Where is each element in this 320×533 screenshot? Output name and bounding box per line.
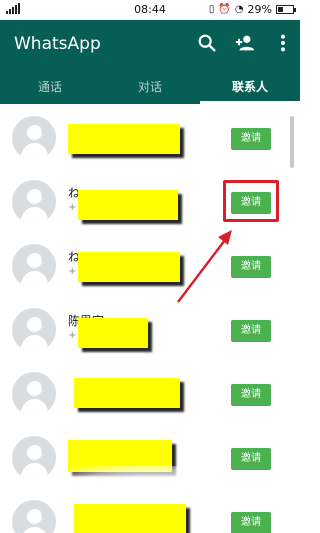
redaction-mark: [78, 318, 148, 348]
status-right: ▯ ⏰ ◔ 29%: [208, 3, 296, 16]
invite-button[interactable]: 邀请: [231, 512, 271, 533]
tab-bar: 通话 对话 联系人: [0, 70, 300, 104]
invite-button[interactable]: 邀请: [231, 320, 271, 342]
avatar: [12, 436, 56, 480]
alarm-icon: ⏰: [218, 4, 231, 15]
wifi-icon: ◔: [234, 4, 244, 15]
tab-contacts[interactable]: 联系人: [200, 70, 300, 104]
contact-phone: +: [68, 202, 77, 213]
contact-row[interactable]: 邀请: [0, 106, 300, 170]
app-header: WhatsApp 通话 对话 联系人: [0, 20, 300, 104]
invite-button[interactable]: 邀请: [231, 448, 271, 470]
contact-row[interactable]: ね + 邀请: [0, 170, 300, 234]
more-vert-icon[interactable]: [272, 32, 294, 54]
contact-row[interactable]: ね + 邀请: [0, 234, 300, 298]
contacts-list[interactable]: 邀请 ね + 邀请 ね + 邀请 陈思宇 + 邀请 邀请 邀请: [0, 104, 300, 533]
battery-percent: 29%: [247, 3, 272, 16]
avatar: [12, 308, 56, 352]
avatar: [12, 116, 56, 160]
contact-row[interactable]: 陈思宇 + 邀请: [0, 298, 300, 362]
battery-icon: [276, 5, 296, 14]
add-user-icon[interactable]: [234, 32, 256, 54]
tab-chats[interactable]: 对话: [100, 70, 200, 104]
status-bar: 08:44 ▯ ⏰ ◔ 29%: [0, 0, 300, 20]
invite-button[interactable]: 邀请: [231, 256, 271, 278]
redaction-mark: [78, 252, 180, 282]
redaction-mark: [74, 504, 186, 533]
avatar: [12, 180, 56, 224]
avatar: [12, 500, 56, 533]
contact-phone: +: [68, 330, 77, 341]
avatar: [12, 372, 56, 416]
app-title: WhatsApp: [14, 34, 101, 54]
invite-button[interactable]: 邀请: [231, 192, 271, 214]
redaction-mark: [78, 190, 178, 220]
redaction-mark: [68, 124, 180, 154]
invite-button[interactable]: 邀请: [231, 384, 271, 406]
scrollbar[interactable]: [290, 116, 294, 168]
vibrate-icon: ▯: [208, 4, 215, 15]
watermark-blur: [70, 466, 230, 502]
search-icon[interactable]: [196, 32, 218, 54]
redaction-mark: [74, 378, 180, 408]
contact-row[interactable]: 邀请: [0, 362, 300, 426]
avatar: [12, 244, 56, 288]
invite-button[interactable]: 邀请: [231, 128, 271, 150]
tab-calls[interactable]: 通话: [0, 70, 100, 104]
contact-phone: +: [68, 266, 77, 277]
